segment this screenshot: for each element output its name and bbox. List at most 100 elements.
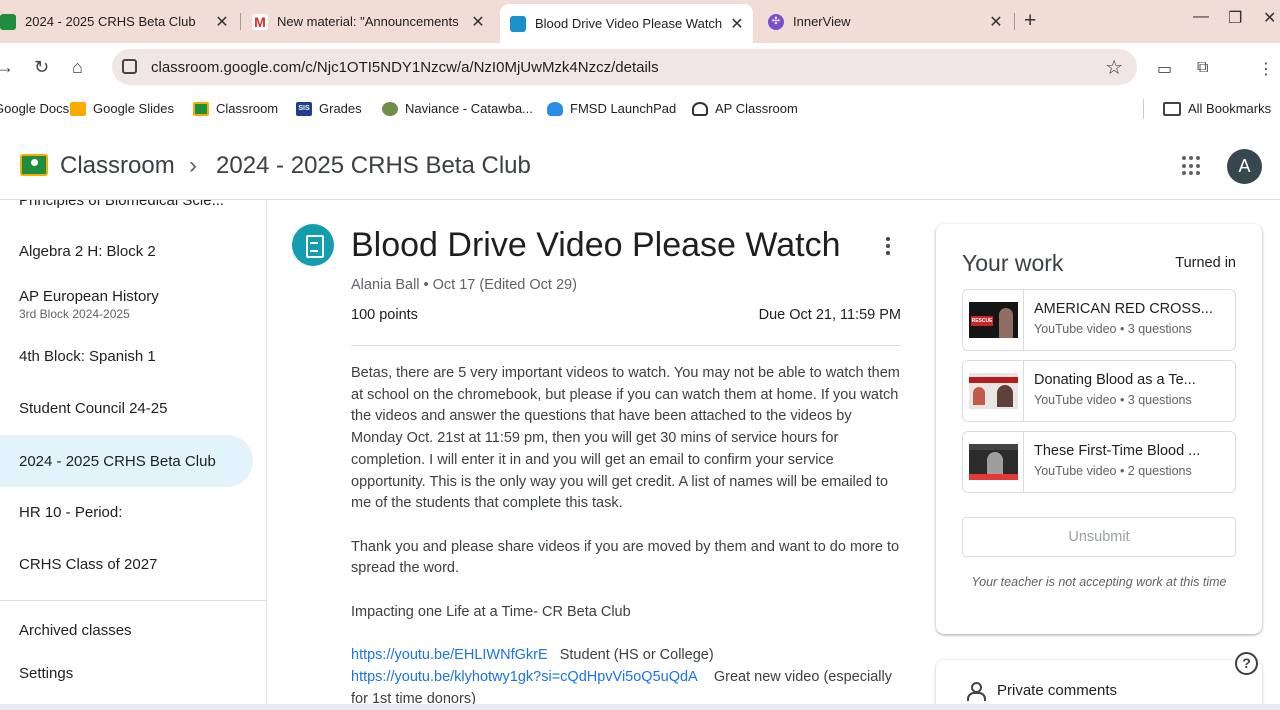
bookmark-label: Naviance - Catawba... — [405, 101, 533, 116]
attachment-title: Donating Blood as a Te... — [1034, 372, 1196, 388]
sidebar-item-label: CRHS Class of 2027 — [19, 555, 158, 573]
close-icon[interactable]: ✕ — [212, 12, 232, 32]
browser-toolbar: → ↻ ⌂ classroom.google.com/c/Njc1OTI5NDY… — [0, 43, 1280, 91]
tab-divider — [1014, 13, 1015, 30]
instructions-paragraph: Betas, there are 5 very important videos… — [351, 365, 900, 512]
video-link-note: Student (HS or College) — [559, 647, 714, 664]
attachment-title: These First-Time Blood ... — [1034, 443, 1201, 459]
site-info-icon[interactable] — [122, 59, 137, 74]
bookmark-naviance[interactable]: Naviance - Catawba... — [382, 101, 533, 116]
classroom-icon — [510, 15, 526, 32]
status-badge: Turned in — [1175, 255, 1236, 271]
attachment-description: YouTube video • 3 questions — [1034, 393, 1192, 407]
window-close-icon[interactable]: ✕ — [1263, 8, 1276, 28]
instructions-paragraph: Impacting one Life at a Time- CR Beta Cl… — [351, 603, 631, 620]
sidebar-item-label: HR 10 - Period: — [19, 503, 123, 521]
video-link[interactable]: https://youtu.be/EHLIWNfGkrE — [351, 647, 548, 663]
bookmark-classroom[interactable]: Classroom — [193, 101, 278, 116]
your-work-card: Your work Turned in RESCUE AMERICAN RED … — [936, 224, 1262, 634]
sidebar-item-class[interactable]: CRHS Class of 2027 — [0, 538, 253, 590]
help-icon[interactable]: ? — [1235, 652, 1258, 675]
assignment-instructions: Betas, there are 5 very important videos… — [351, 363, 901, 710]
classroom-icon — [193, 101, 209, 116]
bookmark-ap-classroom[interactable]: AP Classroom — [692, 101, 798, 116]
work-note: Your teacher is not accepting work at th… — [971, 575, 1227, 589]
sidebar-item-class[interactable]: 4th Block: Spanish 1 — [0, 330, 253, 382]
restore-icon[interactable]: ❐ — [1228, 8, 1242, 28]
attachment-youtube-video[interactable]: Donating Blood as a Te... YouTube video … — [962, 360, 1236, 422]
app-name-link[interactable]: Classroom — [60, 152, 175, 180]
tab-blood-drive[interactable]: Blood Drive Video Please Watch ✕ — [500, 4, 753, 43]
google-apps-icon[interactable] — [1182, 156, 1202, 176]
launchpad-icon — [547, 101, 563, 116]
new-tab-button[interactable]: + — [1024, 9, 1036, 33]
browser-tab-bar: 2024 - 2025 CRHS Beta Club ✕ M New mater… — [0, 0, 1280, 43]
assignment-due-date: Due Oct 21, 11:59 PM — [758, 307, 901, 323]
tab-innerview[interactable]: ✣ InnerView ✕ — [758, 6, 1012, 37]
instructions-paragraph: Thank you and please share videos if you… — [351, 538, 900, 577]
menu-kebab-icon[interactable]: ⋮ — [1258, 59, 1274, 79]
classroom-icon — [0, 13, 16, 30]
page-title: Blood Drive Video Please Watch — [351, 226, 841, 264]
close-icon[interactable]: ✕ — [727, 14, 747, 34]
reading-mode-icon[interactable]: ▭ — [1157, 59, 1172, 79]
address-bar[interactable]: classroom.google.com/c/Njc1OTI5NDY1Nzcw/… — [112, 49, 1137, 85]
sidebar-divider — [0, 600, 266, 601]
url-text[interactable]: classroom.google.com/c/Njc1OTI5NDY1Nzcw/… — [151, 59, 659, 76]
bookmark-fmsd-launchpad[interactable]: FMSD LaunchPad — [547, 101, 676, 116]
bookmark-google-docs[interactable]: Google Docs — [0, 101, 69, 116]
tab-title: InnerView — [793, 14, 851, 29]
all-bookmarks[interactable]: All Bookmarks — [1163, 101, 1271, 116]
video-thumbnail: RESCUE — [963, 290, 1024, 350]
bookmark-label: Grades — [319, 101, 362, 116]
breadcrumb-separator: › — [189, 152, 197, 179]
classroom-logo-icon[interactable] — [20, 154, 48, 176]
assignment-meta: Alania Ball • Oct 17 (Edited Oct 29) — [351, 277, 577, 293]
sidebar-item-settings[interactable]: Settings — [0, 647, 253, 699]
sidebar-item-label: 4th Block: Spanish 1 — [19, 347, 156, 365]
extensions-icon[interactable]: ⧉ — [1197, 59, 1208, 77]
slides-icon — [70, 101, 86, 116]
sidebar-item-label: Settings — [19, 664, 74, 682]
sidebar-item-label: Student Council 24-25 — [19, 399, 168, 417]
bookmark-label: FMSD LaunchPad — [570, 101, 677, 116]
minimize-icon[interactable]: — — [1193, 8, 1209, 26]
sidebar-item-class[interactable]: Student Council 24-25 — [0, 382, 253, 434]
gmail-icon: M — [252, 13, 268, 30]
tab-beta-club[interactable]: 2024 - 2025 CRHS Beta Club ✕ — [0, 6, 238, 37]
close-icon[interactable]: ✕ — [986, 12, 1006, 32]
private-comments-card[interactable]: Private comments — [936, 660, 1262, 710]
bookmark-label: Google Docs — [0, 101, 70, 116]
video-link-line: https://youtu.be/EHLIWNfGkrE Student (HS… — [351, 645, 901, 667]
tab-gmail[interactable]: M New material: "Announcements ✕ — [242, 6, 494, 37]
attachment-description: YouTube video • 3 questions — [1034, 322, 1192, 336]
sidebar-item-class[interactable]: HR 10 - Period: — [0, 486, 253, 538]
assignment-points: 100 points — [351, 307, 418, 323]
class-name-link[interactable]: 2024 - 2025 CRHS Beta Club — [216, 152, 531, 180]
unsubmit-button[interactable]: Unsubmit — [962, 517, 1236, 557]
naviance-icon — [382, 101, 398, 116]
folder-icon — [1163, 101, 1181, 116]
more-options-icon[interactable] — [884, 237, 892, 255]
sidebar-item-class[interactable]: Principles of Biomedical Scie... — [0, 200, 253, 226]
reload-icon[interactable]: ↻ — [34, 57, 49, 78]
avatar[interactable]: A — [1227, 149, 1262, 184]
bookmarks-divider — [1143, 99, 1144, 119]
video-link[interactable]: https://youtu.be/klyhotwy1gk?si=cQdHpvVi… — [351, 669, 698, 685]
close-icon[interactable]: ✕ — [468, 12, 488, 32]
sidebar-item-label: Principles of Biomedical Scie... — [19, 200, 225, 209]
person-icon — [966, 682, 986, 701]
attachment-youtube-video[interactable]: These First-Time Blood ... YouTube video… — [962, 431, 1236, 493]
attachment-youtube-video[interactable]: RESCUE AMERICAN RED CROSS... YouTube vid… — [962, 289, 1236, 351]
sidebar-item-subtitle: 3rd Block 2024-2025 — [19, 306, 130, 321]
sidebar-item-beta-club[interactable]: 2024 - 2025 CRHS Beta Club — [0, 435, 253, 487]
sidebar-item-class[interactable]: AP European History 3rd Block 2024-2025 — [0, 278, 253, 330]
video-thumbnail — [963, 361, 1024, 421]
bookmark-google-slides[interactable]: Google Slides — [70, 101, 174, 116]
forward-icon[interactable]: → — [0, 57, 14, 78]
bookmark-star-icon[interactable]: ☆ — [1105, 55, 1123, 80]
sidebar-item-class[interactable]: Algebra 2 H: Block 2 — [0, 225, 253, 277]
bookmark-grades[interactable]: SIS Grades — [296, 101, 362, 116]
home-icon[interactable]: ⌂ — [72, 57, 83, 78]
private-comments-label: Private comments — [997, 682, 1118, 699]
